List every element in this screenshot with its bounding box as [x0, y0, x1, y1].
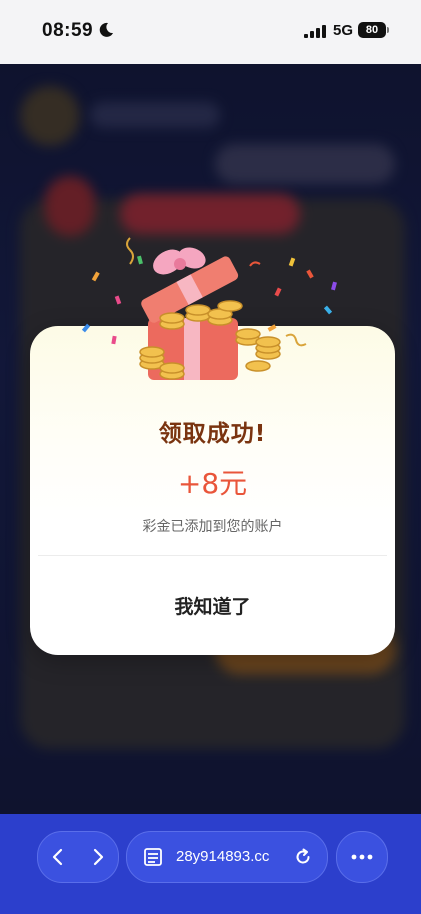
status-bar: 08:59 5G 80: [0, 0, 421, 64]
url-text[interactable]: 28y914893.cc: [176, 848, 269, 865]
forward-icon[interactable]: [88, 847, 108, 867]
modal-title: 领取成功!: [158, 421, 267, 447]
more-button[interactable]: [336, 831, 388, 883]
status-time: 08:59: [42, 20, 94, 41]
browser-toolbar: 28y914893.cc: [0, 814, 421, 914]
signal-icon: [304, 25, 326, 38]
back-icon[interactable]: [48, 847, 68, 867]
site-info-icon[interactable]: [143, 847, 163, 867]
navigation-buttons: [37, 831, 119, 883]
battery-tip: [387, 27, 389, 33]
battery-icon: 80: [358, 22, 386, 38]
confirm-button[interactable]: 我知道了: [30, 557, 395, 653]
gift-box-icon: [81, 237, 337, 380]
more-icon: [351, 854, 373, 860]
network-type: 5G: [333, 22, 354, 39]
divider: [38, 555, 387, 556]
moon-icon: [99, 22, 113, 37]
reward-description: 彩金已添加到您的账户: [142, 519, 283, 535]
reload-icon[interactable]: [293, 847, 313, 867]
address-bar[interactable]: 28y914893.cc: [126, 831, 328, 883]
reward-amount: +8元: [177, 467, 248, 500]
